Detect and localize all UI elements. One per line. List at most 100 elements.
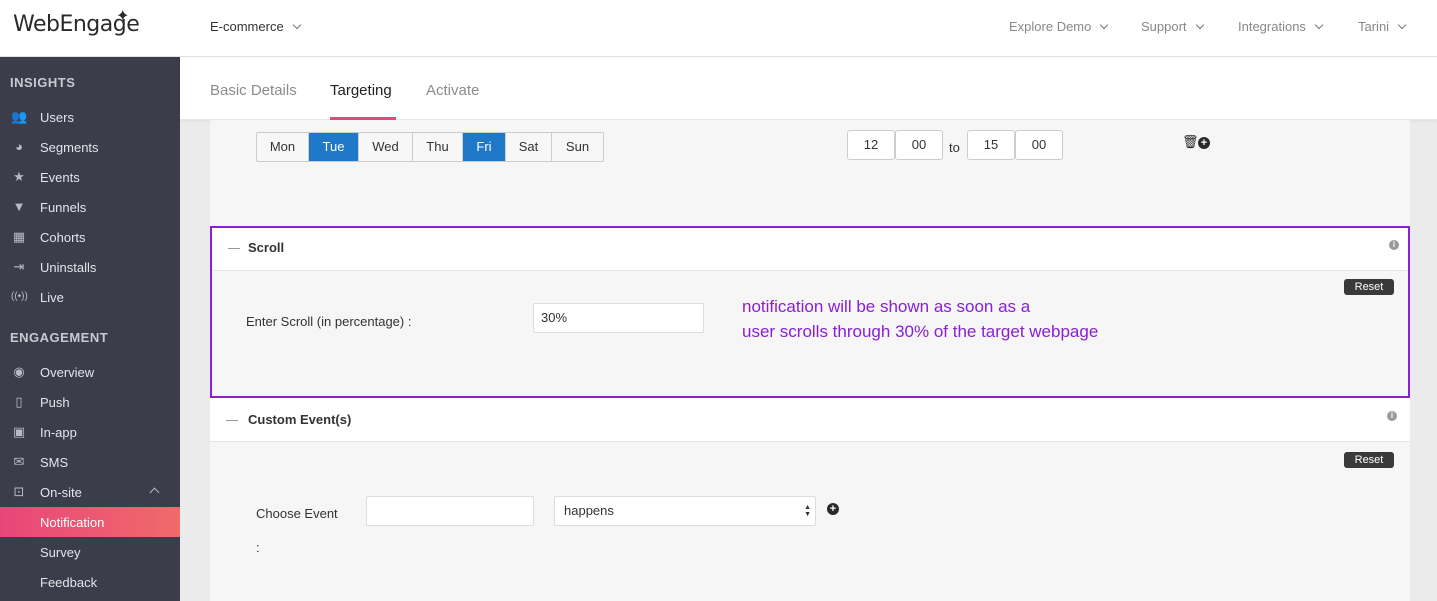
sidebar: INSIGHTS 👥 Users ◕ Segments ★ Events ▼ F… bbox=[0, 57, 180, 601]
sidebar-item-segments[interactable]: ◕ Segments bbox=[0, 132, 180, 162]
add-event-icon[interactable]: + bbox=[827, 503, 839, 515]
campaign-tabs: Basic Details Targeting Activate bbox=[180, 57, 1437, 120]
cohorts-icon: ▦ bbox=[12, 229, 26, 244]
custom-events-reset-button[interactable]: Reset bbox=[1344, 452, 1394, 468]
day-sat[interactable]: Sat bbox=[506, 133, 552, 161]
to-label: to bbox=[949, 140, 960, 155]
eye-icon: ◉ bbox=[13, 364, 25, 379]
day-mon[interactable]: Mon bbox=[257, 133, 309, 161]
users-icon: 👥 bbox=[11, 109, 28, 124]
support-menu[interactable]: Support bbox=[1141, 19, 1204, 34]
chevron-down-icon bbox=[292, 20, 301, 30]
event-condition-value: happens bbox=[564, 503, 614, 518]
to-hour-input[interactable]: 15 bbox=[967, 130, 1015, 160]
sidebar-item-label: On-site bbox=[40, 485, 82, 500]
sidebar-item-users[interactable]: 👥 Users bbox=[0, 102, 180, 132]
sidebar-item-feedback[interactable]: Feedback bbox=[0, 567, 180, 597]
sidebar-item-cohorts[interactable]: ▦ Cohorts bbox=[0, 222, 180, 252]
live-icon: ((•)) bbox=[11, 291, 28, 302]
tab-targeting[interactable]: Targeting bbox=[330, 82, 392, 99]
tab-basic-details[interactable]: Basic Details bbox=[210, 82, 297, 99]
chevron-down-icon bbox=[1397, 20, 1407, 30]
sidebar-item-label: In-app bbox=[40, 425, 77, 440]
sidebar-item-label: Survey bbox=[40, 545, 81, 560]
sidebar-item-on-site[interactable]: ⊡ On-site bbox=[0, 477, 180, 507]
project-selector[interactable]: E-commerce bbox=[210, 19, 301, 34]
from-minute-input[interactable]: 00 bbox=[895, 130, 943, 160]
support-label: Support bbox=[1141, 19, 1187, 34]
sidebar-item-label: Live bbox=[40, 290, 64, 305]
sidebar-item-in-app[interactable]: ▣ In-app bbox=[0, 417, 180, 447]
to-minute-input[interactable]: 00 bbox=[1015, 130, 1063, 160]
info-icon[interactable]: i bbox=[1387, 411, 1397, 421]
scroll-section-header[interactable]: Scroll i bbox=[212, 228, 1408, 271]
project-name: E-commerce bbox=[210, 19, 284, 34]
day-thu[interactable]: Thu bbox=[413, 133, 463, 161]
custom-events-body: Reset Choose Event : happens ▲ ▼ + bbox=[210, 442, 1410, 601]
chevron-down-icon bbox=[1100, 20, 1109, 30]
scroll-section: Scroll i Reset Enter Scroll (in percenta… bbox=[210, 226, 1410, 398]
sidebar-item-label: Funnels bbox=[40, 200, 87, 215]
choose-event-colon: : bbox=[256, 540, 260, 555]
integrations-menu[interactable]: Integrations bbox=[1238, 19, 1324, 34]
sidebar-item-overview[interactable]: ◉ Overview bbox=[0, 357, 180, 387]
trash-icon[interactable]: 🗑 bbox=[1182, 134, 1199, 150]
sidebar-item-label: Feedback bbox=[40, 575, 98, 590]
onsite-icon: ⊡ bbox=[13, 484, 25, 499]
event-name-input[interactable] bbox=[366, 496, 534, 526]
from-hour-input[interactable]: 12 bbox=[847, 130, 895, 160]
event-condition-select[interactable]: happens ▲ ▼ bbox=[554, 496, 816, 526]
sidebar-item-survey[interactable]: Survey bbox=[0, 537, 180, 567]
sidebar-item-label: Events bbox=[40, 170, 80, 185]
scroll-percentage-label: Enter Scroll (in percentage) : bbox=[246, 314, 412, 329]
user-name: Tarini bbox=[1358, 19, 1390, 34]
sidebar-item-label: Overview bbox=[40, 365, 95, 380]
scroll-percentage-input[interactable]: 30% bbox=[533, 303, 704, 333]
tab-activate[interactable]: Activate bbox=[426, 82, 479, 99]
sidebar-item-label: SMS bbox=[40, 455, 69, 470]
scroll-annotation: notification will be shown as soon as a … bbox=[742, 294, 1098, 344]
day-selector: Mon Tue Wed Thu Fri Sat Sun bbox=[256, 132, 604, 162]
collapse-dash-icon bbox=[226, 420, 238, 421]
sidebar-item-label: Uninstalls bbox=[40, 260, 97, 275]
logo-mark-icon: ✦ bbox=[116, 6, 129, 25]
schedule-panel: Mon Tue Wed Thu Fri Sat Sun 12 00 to 15 … bbox=[210, 120, 1410, 226]
sidebar-item-label: Push bbox=[40, 395, 70, 410]
day-tue[interactable]: Tue bbox=[309, 133, 359, 161]
webengage-logo[interactable]: WebEngage ✦ bbox=[13, 6, 140, 37]
sidebar-item-funnels[interactable]: ▼ Funnels bbox=[0, 192, 180, 222]
info-icon[interactable]: i bbox=[1389, 240, 1399, 250]
integrations-label: Integrations bbox=[1238, 19, 1306, 34]
day-wed[interactable]: Wed bbox=[359, 133, 413, 161]
uninstall-icon: ⇥ bbox=[13, 259, 25, 274]
chevron-up-icon bbox=[149, 487, 160, 498]
choose-event-label: Choose Event bbox=[256, 506, 338, 521]
targeting-content: Mon Tue Wed Thu Fri Sat Sun 12 00 to 15 … bbox=[210, 120, 1410, 601]
sidebar-item-notification[interactable]: Notification bbox=[0, 507, 180, 537]
sidebar-item-uninstalls[interactable]: ⇥ Uninstalls bbox=[0, 252, 180, 282]
push-icon: ▯ bbox=[15, 394, 23, 409]
top-bar: WebEngage ✦ E-commerce Explore Demo Supp… bbox=[0, 0, 1437, 57]
engagement-header: ENGAGEMENT bbox=[10, 330, 109, 345]
sidebar-item-label: Users bbox=[40, 110, 74, 125]
sidebar-item-live[interactable]: ((•)) Live bbox=[0, 282, 180, 312]
sidebar-item-events[interactable]: ★ Events bbox=[0, 162, 180, 192]
user-menu[interactable]: Tarini bbox=[1358, 19, 1407, 34]
insights-header: INSIGHTS bbox=[10, 75, 76, 90]
sms-icon: ✉ bbox=[13, 454, 25, 469]
sidebar-item-label: Segments bbox=[40, 140, 99, 155]
add-circle-icon[interactable]: + bbox=[1198, 137, 1210, 149]
scroll-section-title: Scroll bbox=[248, 240, 285, 255]
custom-events-header[interactable]: Custom Event(s) i bbox=[210, 398, 1410, 442]
day-fri[interactable]: Fri bbox=[463, 133, 506, 161]
explore-demo-menu[interactable]: Explore Demo bbox=[1009, 19, 1109, 34]
inapp-icon: ▣ bbox=[12, 424, 26, 439]
day-sun[interactable]: Sun bbox=[552, 133, 603, 161]
scroll-reset-button[interactable]: Reset bbox=[1344, 279, 1394, 295]
chevron-down-icon bbox=[1314, 20, 1324, 30]
chevron-down-icon bbox=[1195, 20, 1204, 30]
sidebar-item-push[interactable]: ▯ Push bbox=[0, 387, 180, 417]
sidebar-item-label: Cohorts bbox=[40, 230, 86, 245]
sidebar-item-sms[interactable]: ✉ SMS bbox=[0, 447, 180, 477]
pie-chart-icon: ◕ bbox=[15, 139, 23, 154]
